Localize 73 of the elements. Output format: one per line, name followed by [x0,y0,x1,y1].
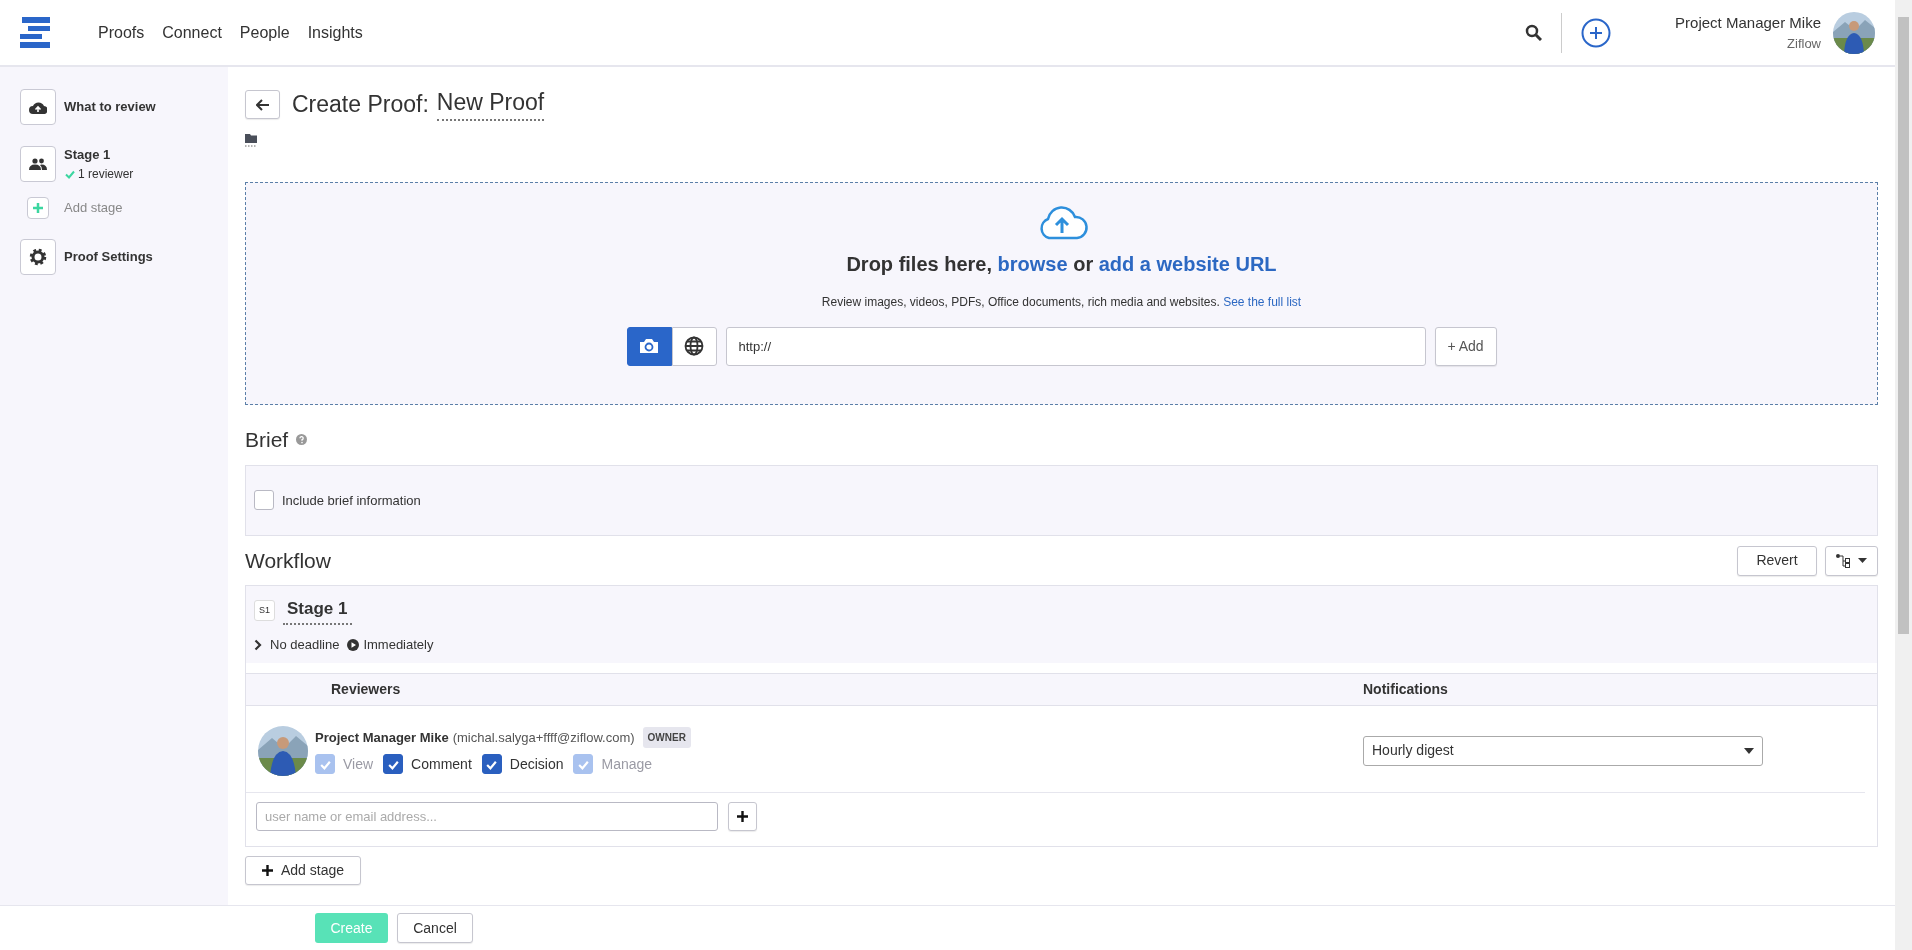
plus-icon [262,864,273,876]
add-button[interactable]: + Add [1434,326,1497,366]
people-icon [29,157,47,170]
notification-select[interactable]: Hourly digest [1363,735,1763,766]
step-label[interactable]: What to review [64,97,156,117]
source-toggle[interactable] [626,326,672,366]
role-tag: OWNER [642,726,691,748]
section-heading: Workflow [245,548,331,574]
camera-icon [639,338,659,355]
hierarchy-icon [1836,553,1850,568]
checkbox-label: View [343,754,374,774]
plus-icon [737,810,748,822]
reviewer-email: (michal.salyga+ffff@ziflow.com) [452,728,635,747]
checkbox-label: Comment [411,754,472,774]
stage-name[interactable]: Stage 1 [283,595,352,626]
nav-link[interactable]: People [239,20,290,45]
chevron-right-icon[interactable] [254,639,262,652]
play-icon [347,639,360,652]
stage-badge: S1 [254,599,275,622]
column-header: Notifications [1363,679,1448,699]
scrollbar-thumb[interactable] [1898,17,1909,634]
cloud-upload-icon [29,100,47,114]
nav-link[interactable]: Connect [162,20,222,45]
organization-name: Ziflow [1786,35,1821,53]
help-icon[interactable] [296,433,308,445]
checkbox[interactable] [254,490,274,511]
step-button[interactable] [20,238,56,275]
cancel-button[interactable]: Cancel [397,913,473,943]
back-button[interactable] [245,90,280,120]
logo-icon[interactable] [20,16,50,49]
add-url-link[interactable]: add a website URL [1098,252,1277,275]
section-heading: Brief [245,426,289,452]
drop-heading-or: or [1073,252,1094,275]
back-arrow-icon [255,98,270,111]
caret-icon [1744,747,1754,754]
checkbox[interactable] [383,754,404,775]
browse-link[interactable]: browse [997,252,1068,275]
full-list-link[interactable]: See the full list [1223,294,1302,309]
revert-button[interactable]: Revert [1737,545,1817,576]
drop-heading: Drop files here, [846,252,993,275]
step-status-text: 1 reviewer [78,165,134,183]
settings-icon [29,247,47,266]
add-reviewer-button[interactable] [728,801,757,831]
deadline-text[interactable]: No deadline [270,635,340,655]
reviewer-name: Project Manager Mike [315,728,449,747]
step-label[interactable]: Stage 1 [64,145,134,165]
page-title: Create Proof: [292,91,429,119]
checkbox-label: Manage [601,754,653,774]
scrollbar[interactable] [1895,0,1912,950]
caret-icon [1858,558,1867,564]
url-field[interactable]: http:// [725,326,1426,366]
proof-name[interactable]: New Proof [436,89,545,121]
nav-link[interactable]: Insights [307,20,363,45]
step-button[interactable] [20,145,56,182]
reviewer-search-field[interactable]: user name or email address... [256,801,718,831]
workflow-menu-button[interactable] [1825,545,1878,576]
checkbox-label: Decision [509,754,564,774]
nav-link[interactable]: Proofs [98,20,145,45]
step-button[interactable] [20,89,56,125]
folder-icon[interactable] [245,132,257,147]
checkbox-label: Include brief information [282,491,421,510]
source-toggle[interactable] [671,326,717,366]
plus-icon [32,201,44,214]
search-icon[interactable] [1525,24,1543,41]
start-text: Immediately [363,636,434,655]
add-stage-button[interactable]: Add stage [245,855,362,885]
add-icon[interactable] [1581,17,1612,48]
checkbox[interactable] [481,754,502,775]
step-label[interactable]: Proof Settings [64,246,153,267]
user-name: Project Manager Mike [1675,12,1821,33]
description-text: Review images, videos, PDFs, Office documents, rich media and websites. [821,294,1220,309]
globe-icon [684,336,704,357]
column-header: Reviewers [331,679,402,699]
